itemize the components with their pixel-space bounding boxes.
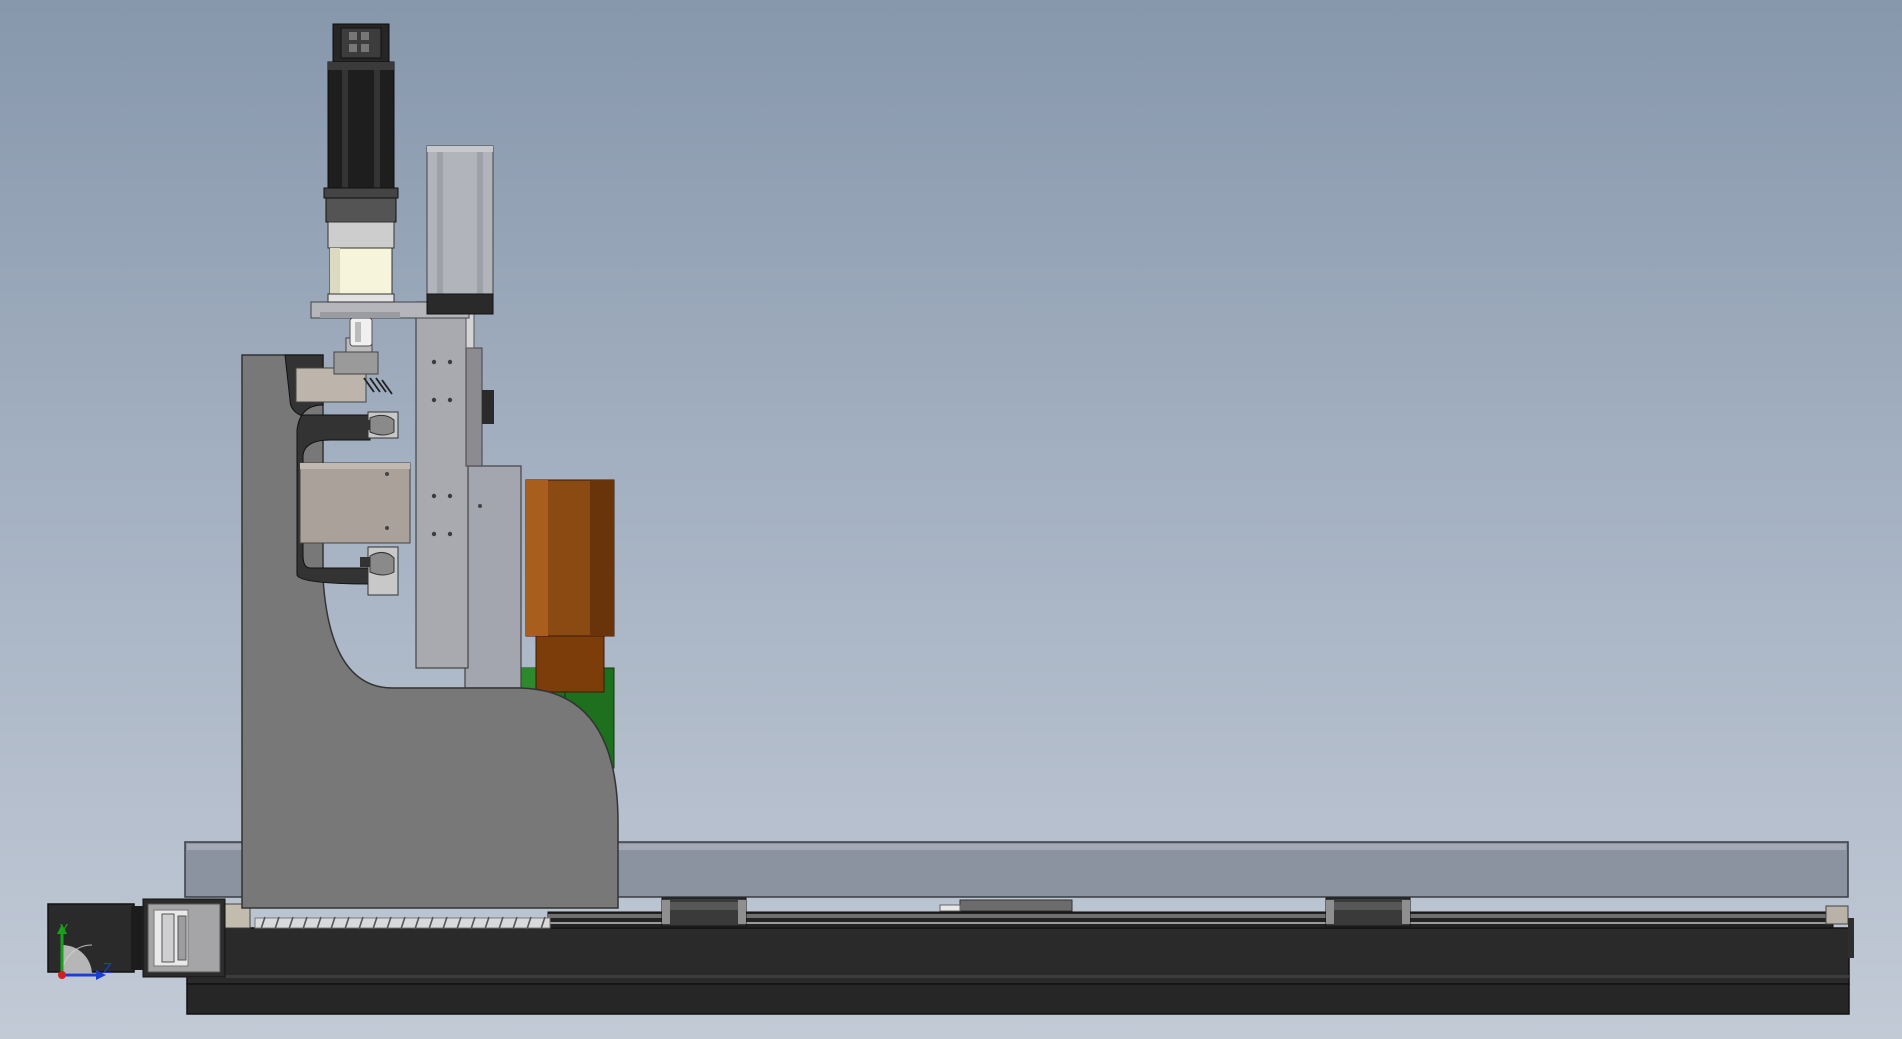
z-axis-label: Z xyxy=(103,962,112,977)
ball-screw xyxy=(254,916,551,930)
limit-sensor-bracket xyxy=(939,899,1073,912)
y-axis-label: Y xyxy=(59,923,68,938)
z-carriage-plate xyxy=(299,462,411,544)
shaft-coupler xyxy=(349,317,373,347)
vertical-slide-plate xyxy=(415,301,469,669)
cad-viewport[interactable]: Y Z xyxy=(0,0,1902,1039)
copper-cylinder xyxy=(525,479,615,693)
cad-assembly-drawing: Y Z xyxy=(47,23,1854,1015)
gear-reducer xyxy=(325,197,397,303)
rail-carriage-left xyxy=(661,897,747,927)
slide-side-rail xyxy=(465,309,494,467)
coupling-housing xyxy=(142,898,226,978)
rail-carriage-right xyxy=(1325,897,1411,927)
end-cap-right xyxy=(1825,905,1849,925)
mounting-plate-right xyxy=(464,465,522,689)
auxiliary-motor xyxy=(426,145,494,315)
z-ball-screw-nut xyxy=(295,337,393,403)
servo-motor xyxy=(323,23,399,199)
